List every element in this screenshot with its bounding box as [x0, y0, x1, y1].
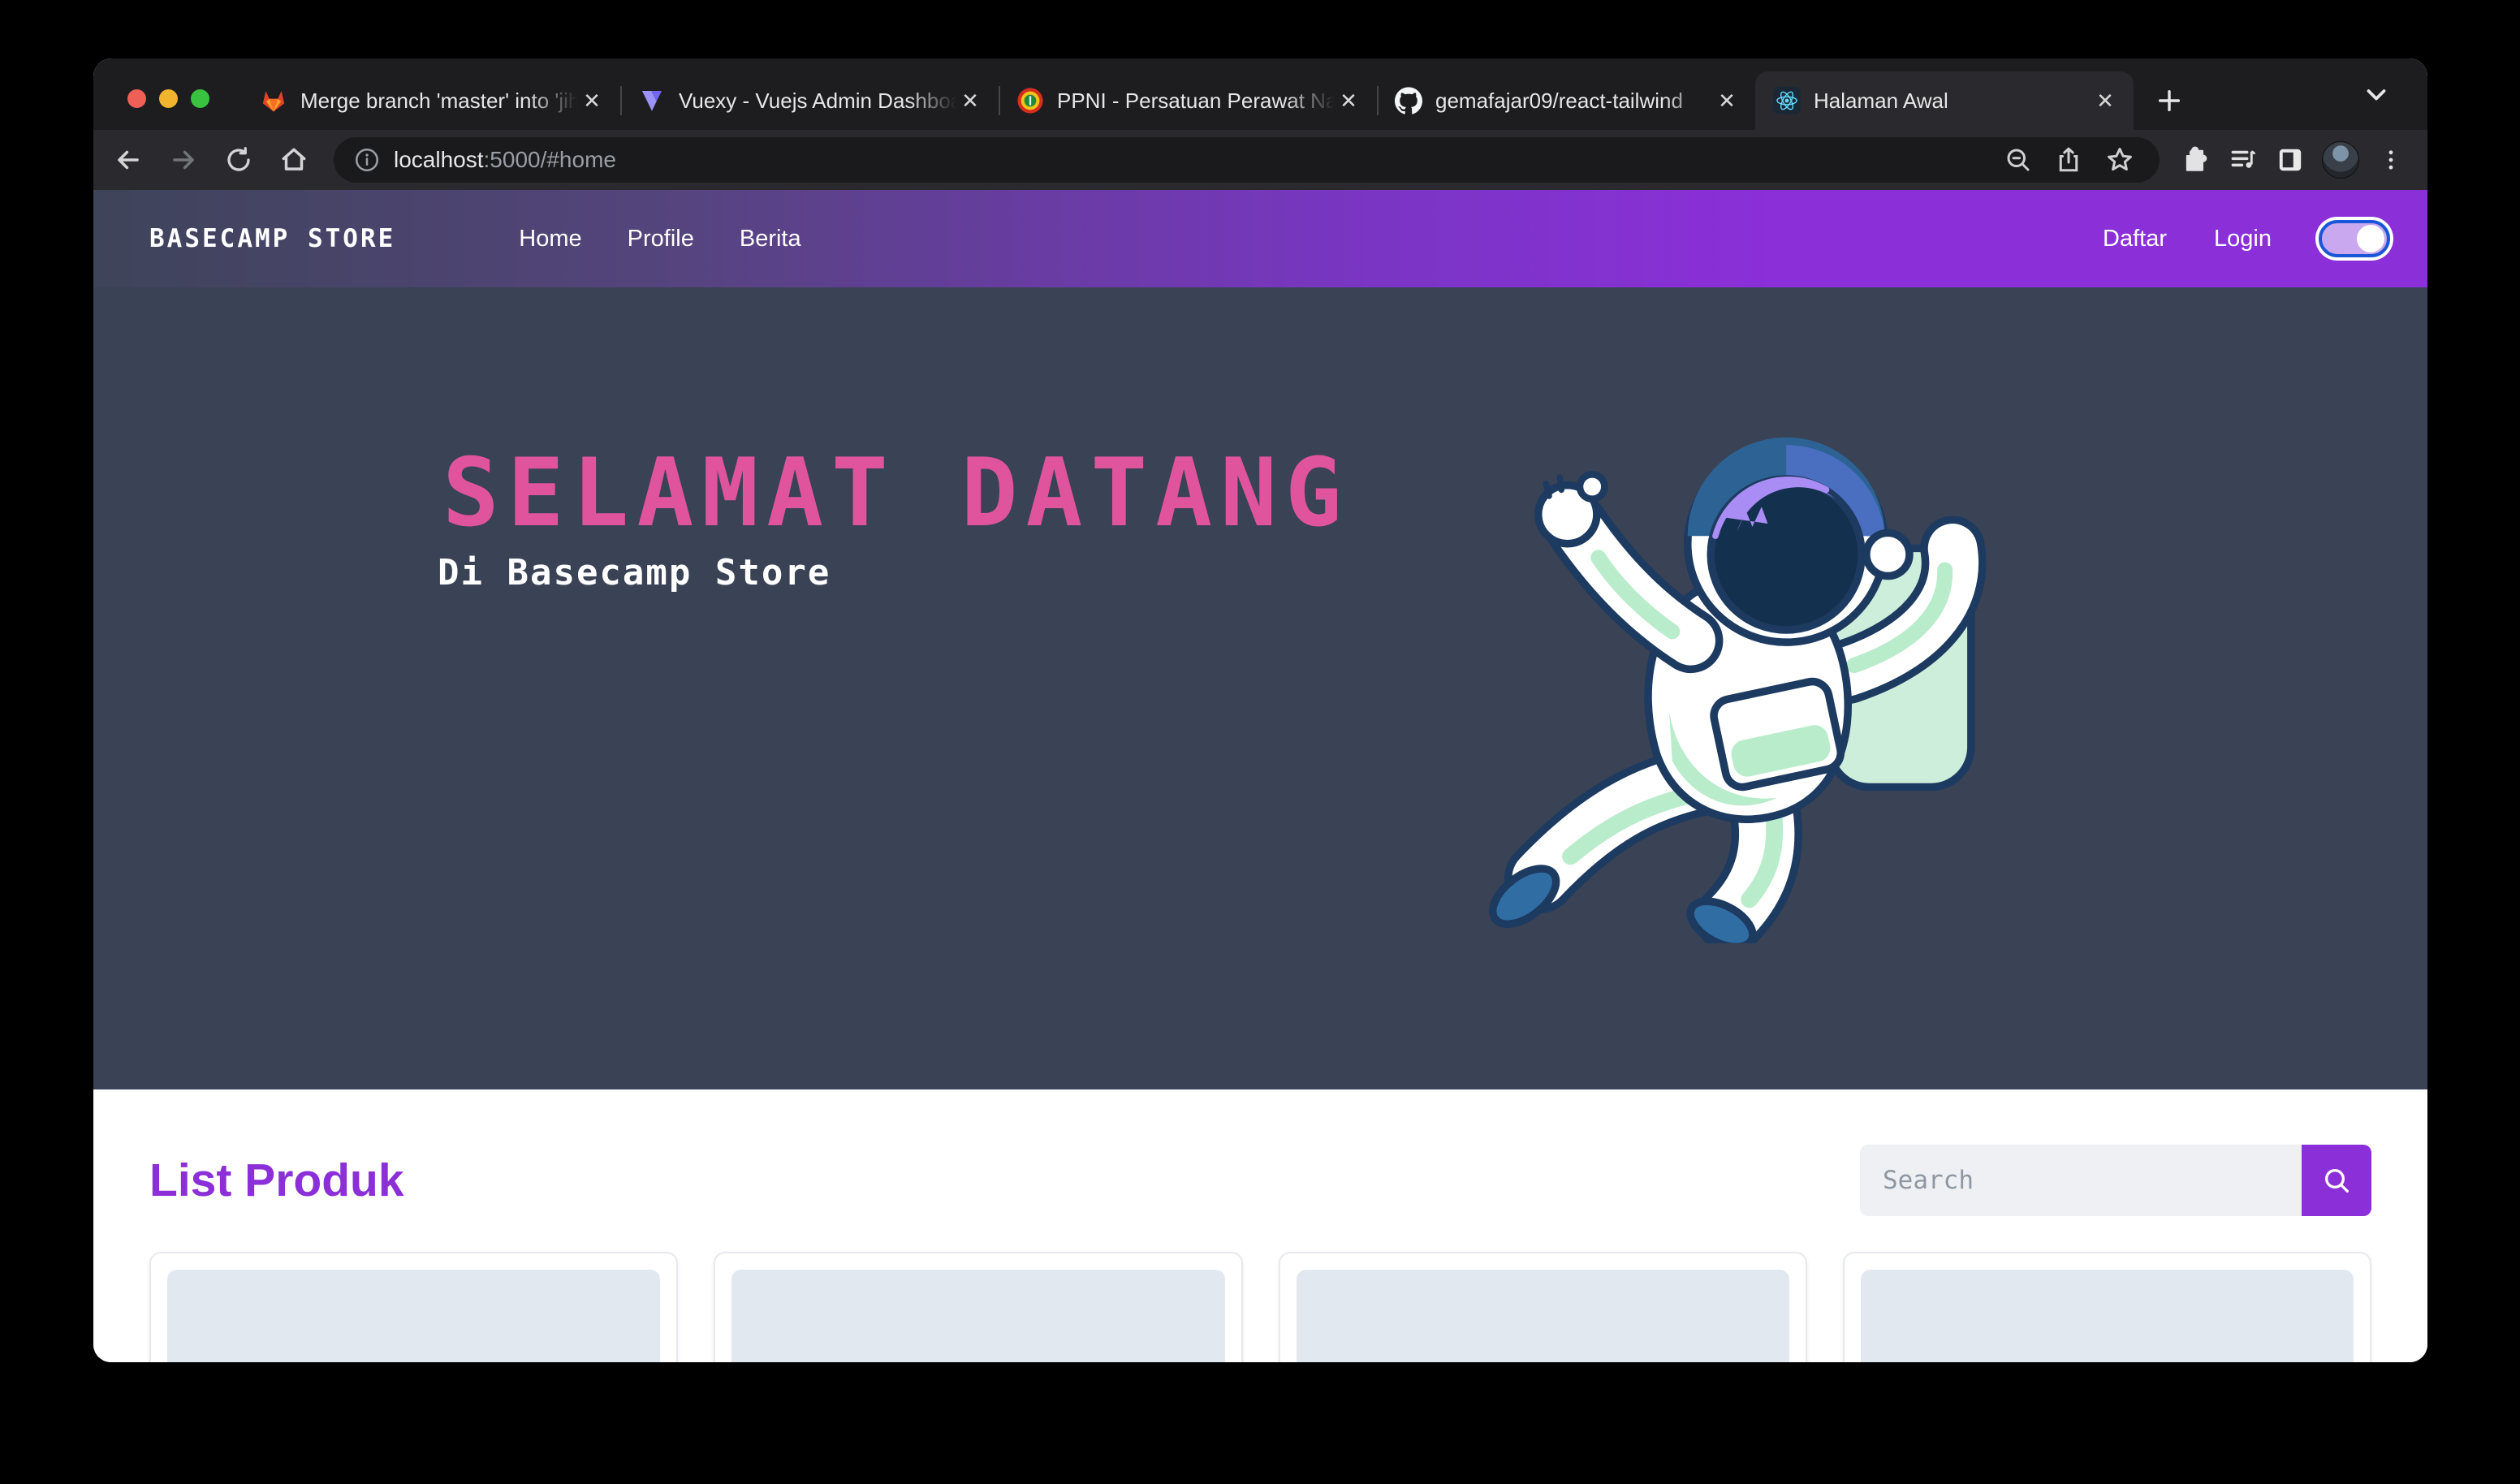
address-bar[interactable]: localhost:5000/#home: [334, 137, 2160, 183]
daftar-link[interactable]: Daftar: [2103, 226, 2167, 252]
tab-halaman-awal-active[interactable]: Halaman Awal ✕: [1755, 71, 2134, 130]
tab-close-icon[interactable]: ✕: [1713, 87, 1741, 114]
nav-actions: Daftar Login: [2103, 220, 2390, 257]
hero-subtitle: Di Basecamp Store: [438, 552, 831, 593]
extensions-puzzle-icon[interactable]: [2181, 145, 2211, 175]
tab-title: PPNI - Persatuan Perawat Nasi: [1057, 88, 1335, 114]
share-icon[interactable]: [2054, 145, 2083, 175]
vuexy-icon: [638, 87, 666, 114]
chevron-down-icon: [2361, 79, 2392, 110]
product-image-placeholder: [1297, 1270, 1789, 1362]
window-controls: [93, 89, 242, 108]
browser-toolbar: localhost:5000/#home: [93, 130, 2427, 190]
omnibox-actions: [2004, 145, 2135, 175]
url-text[interactable]: localhost:5000/#home: [394, 147, 2004, 173]
back-button[interactable]: [113, 145, 144, 175]
reload-button[interactable]: [223, 145, 254, 175]
tabs: Merge branch 'master' into 'jiha ✕ Vuexy…: [242, 58, 2134, 130]
react-icon: [1773, 87, 1801, 114]
nav-link-profile[interactable]: Profile: [628, 226, 694, 252]
playlist-extension-icon[interactable]: [2228, 145, 2259, 175]
search-input[interactable]: [1860, 1145, 2302, 1216]
theme-toggle-switch[interactable]: [2319, 220, 2390, 257]
zoom-out-icon[interactable]: [2004, 145, 2033, 175]
browser-menu-icon[interactable]: [2375, 145, 2406, 175]
navigation-buttons: [113, 145, 309, 175]
side-panel-icon[interactable]: [2275, 145, 2306, 175]
tab-vuexy[interactable]: Vuexy - Vuejs Admin Dashboar ✕: [620, 71, 999, 130]
tab-close-icon[interactable]: ✕: [956, 87, 984, 114]
url-host: localhost: [394, 147, 484, 172]
tab-title: Vuexy - Vuejs Admin Dashboar: [679, 88, 956, 114]
forward-button[interactable]: [168, 145, 199, 175]
product-card[interactable]: [1279, 1252, 1807, 1362]
tab-close-icon[interactable]: ✕: [1335, 87, 1362, 114]
product-card[interactable]: [1843, 1252, 2371, 1362]
github-icon: [1395, 87, 1422, 114]
tab-title: Merge branch 'master' into 'jiha: [300, 88, 578, 114]
nav-link-home[interactable]: Home: [519, 226, 581, 252]
search-icon: [2320, 1164, 2353, 1197]
gitlab-icon: [260, 87, 287, 114]
tab-gitlab[interactable]: Merge branch 'master' into 'jiha ✕: [242, 71, 620, 130]
product-section-header: List Produk: [149, 1145, 2371, 1216]
browser-window: Merge branch 'master' into 'jiha ✕ Vuexy…: [93, 58, 2427, 1362]
zoom-window-button[interactable]: [191, 89, 209, 108]
nav-link-berita[interactable]: Berita: [740, 226, 801, 252]
hero-section: SELAMAT DATANG Di Basecamp Store: [93, 287, 2427, 1089]
tab-title: gemafajar09/react-tailwind: [1435, 88, 1713, 114]
astronaut-illustration: [1460, 375, 1999, 943]
url-path: :5000/#home: [484, 147, 616, 172]
tab-ppni[interactable]: PPNI - Persatuan Perawat Nasi ✕: [999, 71, 1377, 130]
new-tab-button[interactable]: [2147, 78, 2192, 123]
tab-close-icon[interactable]: ✕: [2091, 87, 2119, 114]
home-button[interactable]: [278, 145, 309, 175]
hero-title: SELAMAT DATANG: [442, 438, 1350, 548]
site-info-icon[interactable]: [353, 146, 381, 174]
web-page: BASECAMP STORE Home Profile Berita Dafta…: [93, 190, 2427, 1362]
product-section: List Produk: [93, 1089, 2427, 1362]
minimize-window-button[interactable]: [159, 89, 178, 108]
product-image-placeholder: [731, 1270, 1224, 1362]
tab-strip: Merge branch 'master' into 'jiha ✕ Vuexy…: [93, 58, 2427, 130]
tab-search-button[interactable]: [2361, 79, 2392, 110]
close-window-button[interactable]: [127, 89, 146, 108]
product-card[interactable]: [714, 1252, 1242, 1362]
tab-close-icon[interactable]: ✕: [578, 87, 606, 114]
nav-links: Home Profile Berita: [519, 226, 800, 252]
product-card[interactable]: [149, 1252, 678, 1362]
toggle-knob: [2357, 225, 2384, 252]
site-navbar: BASECAMP STORE Home Profile Berita Dafta…: [93, 190, 2427, 287]
tab-title: Halaman Awal: [1814, 88, 2091, 114]
product-card-row: [149, 1252, 2371, 1362]
ppni-icon: [1016, 87, 1044, 114]
search-button[interactable]: [2302, 1145, 2371, 1216]
product-image-placeholder: [1861, 1270, 2354, 1362]
list-produk-heading: List Produk: [149, 1154, 404, 1207]
search-widget: [1860, 1145, 2371, 1216]
toolbar-right: [2181, 141, 2406, 179]
login-link[interactable]: Login: [2214, 226, 2272, 252]
profile-avatar[interactable]: [2322, 141, 2359, 179]
plus-icon: [2155, 87, 2183, 114]
tab-github[interactable]: gemafajar09/react-tailwind ✕: [1377, 71, 1755, 130]
brand-logo[interactable]: BASECAMP STORE: [149, 224, 395, 253]
bookmark-star-icon[interactable]: [2104, 145, 2135, 175]
product-image-placeholder: [167, 1270, 660, 1362]
